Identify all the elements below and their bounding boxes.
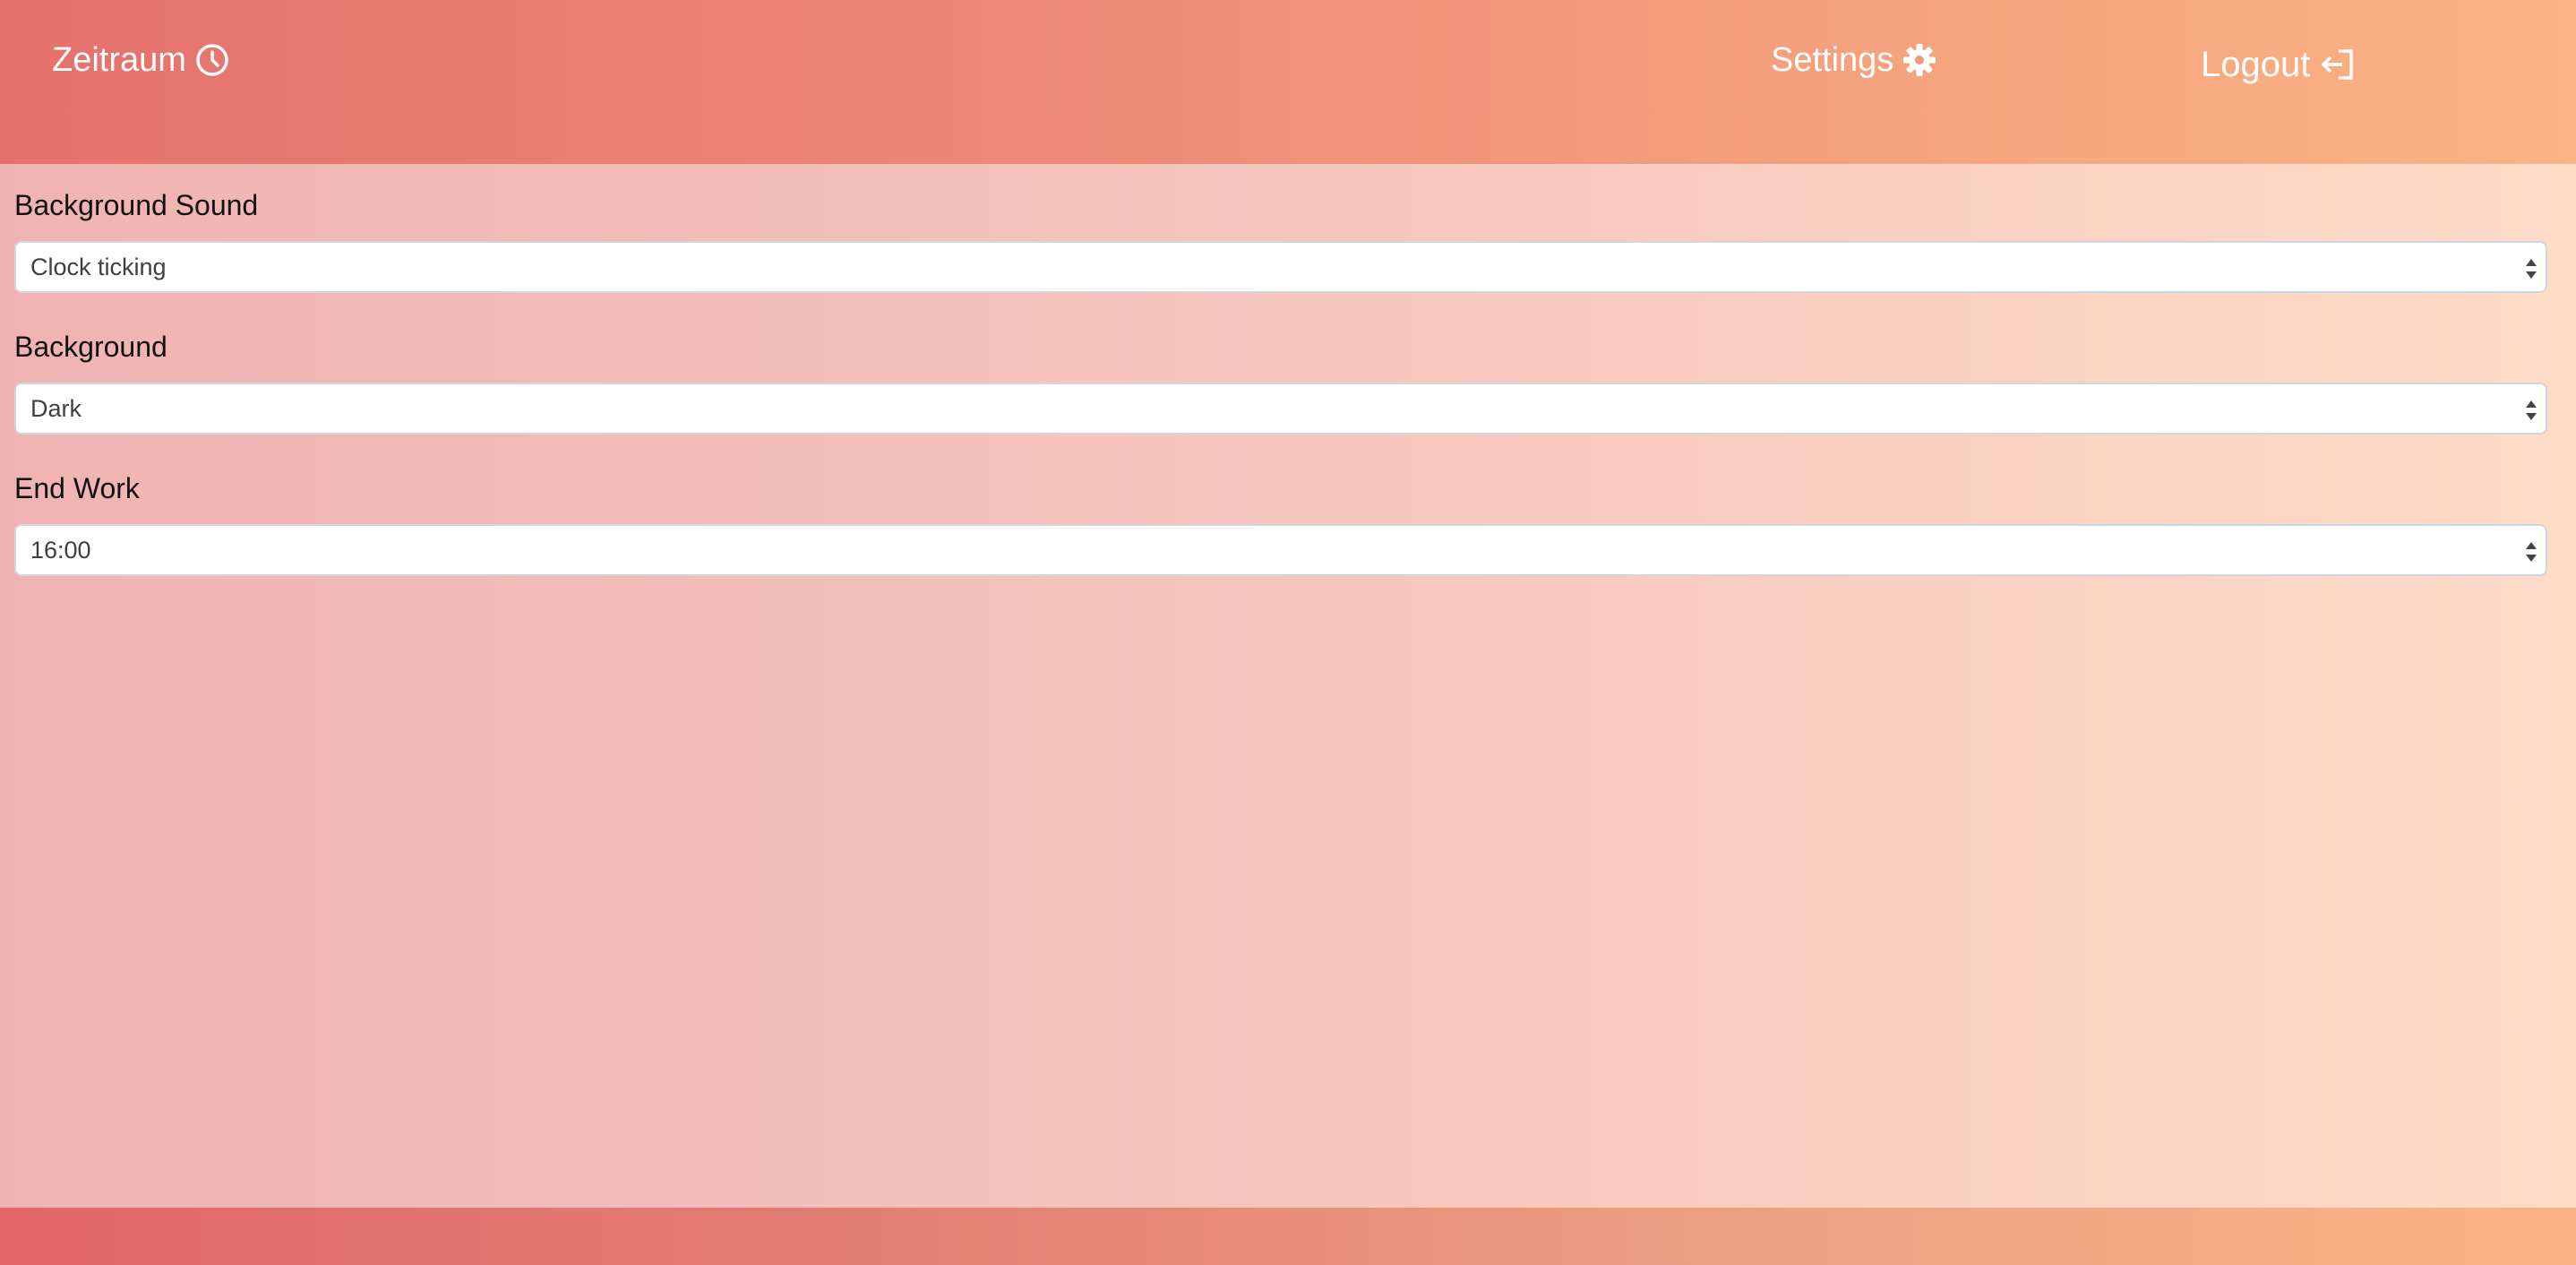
logout-label: Logout (2201, 45, 2311, 84)
top-navbar: Zeitraum Settings Logout (0, 0, 2576, 164)
background-sound-select[interactable]: Clock ticking (14, 241, 2547, 293)
gear-icon (1903, 44, 1936, 76)
select-arrows-icon (2526, 259, 2537, 279)
background-sound-label: Background Sound (14, 189, 259, 221)
settings-label: Settings (1771, 41, 1894, 79)
end-work-select[interactable]: 16:00 (14, 524, 2547, 576)
background-value: Dark (30, 395, 82, 422)
select-arrows-icon (2526, 400, 2537, 420)
background-label: Background (14, 331, 167, 363)
end-work-label: End Work (14, 472, 140, 504)
settings-link[interactable]: Settings (1771, 43, 1936, 77)
footer-bar (0, 1208, 2576, 1265)
select-arrows-icon (2526, 542, 2537, 562)
background-sound-value: Clock ticking (30, 254, 167, 280)
clock-icon (196, 44, 228, 76)
brand-label: Zeitraum (52, 41, 186, 79)
end-work-value: 16:00 (30, 537, 91, 564)
sign-out-icon (2321, 49, 2354, 80)
background-select[interactable]: Dark (14, 383, 2547, 435)
logout-link[interactable]: Logout (2201, 47, 2355, 82)
brand-link[interactable]: Zeitraum (52, 43, 229, 77)
